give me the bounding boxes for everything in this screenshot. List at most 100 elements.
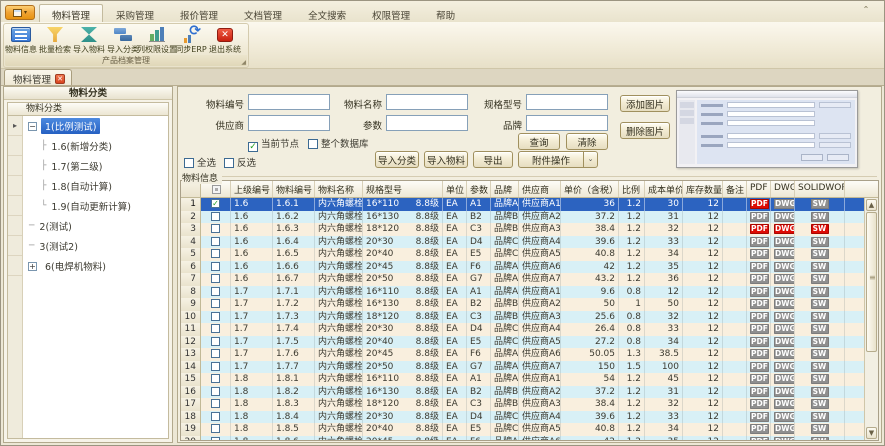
dwg-badge[interactable]: DWG: [774, 312, 795, 322]
row-checkbox[interactable]: [211, 437, 220, 442]
table-row[interactable]: 91.71.7.2内六角螺栓216*1308.8级EAB2品牌B供应商A2501…: [181, 298, 878, 311]
table-row[interactable]: 111.71.7.4内六角螺栓420*308.8级EAD4品牌C供应商A426.…: [181, 323, 878, 336]
row-checkbox[interactable]: [211, 249, 220, 258]
table-row[interactable]: 81.71.7.1内六角螺栓116*1108.8级EAA1品牌A供应商A19.6…: [181, 286, 878, 299]
pdf-badge[interactable]: PDF: [750, 374, 769, 384]
ribbon-button-0[interactable]: 物料信息: [4, 24, 38, 55]
row-checkbox[interactable]: [211, 262, 220, 271]
pdf-badge[interactable]: PDF: [750, 399, 769, 409]
row-checkbox[interactable]: [211, 287, 220, 296]
row-checkbox[interactable]: [211, 349, 220, 358]
pdf-badge[interactable]: PDF: [750, 237, 769, 247]
pdf-badge[interactable]: PDF: [750, 424, 769, 434]
sw-badge[interactable]: SW: [811, 224, 829, 234]
pdf-badge[interactable]: PDF: [750, 199, 769, 209]
row-checkbox[interactable]: [211, 374, 220, 383]
pdf-badge[interactable]: PDF: [750, 349, 769, 359]
collapse-icon[interactable]: −: [28, 122, 37, 131]
table-row[interactable]: 201.81.8.6内六角螺栓620*458.8级EAF6品牌A供应商A6421…: [181, 436, 878, 442]
export-button[interactable]: 导出: [473, 151, 513, 168]
table-row[interactable]: 141.71.7.7内六角螺栓720*508.8级EAG7品牌A供应商A7150…: [181, 361, 878, 374]
ribbon-tab-0[interactable]: 物料管理: [39, 4, 103, 22]
dwg-badge[interactable]: DWG: [774, 324, 795, 334]
material-code-input[interactable]: [248, 94, 330, 110]
sw-badge[interactable]: SW: [811, 262, 829, 272]
pdf-badge[interactable]: PDF: [750, 337, 769, 347]
dwg-badge[interactable]: DWG: [774, 224, 795, 234]
sw-badge[interactable]: SW: [811, 274, 829, 284]
row-checkbox[interactable]: [211, 312, 220, 321]
sw-badge[interactable]: SW: [811, 374, 829, 384]
pdf-badge[interactable]: PDF: [750, 249, 769, 259]
table-row[interactable]: 181.81.8.4内六角螺栓420*308.8级EAD4品牌C供应商A439.…: [181, 411, 878, 424]
sw-badge[interactable]: SW: [811, 362, 829, 372]
pdf-badge[interactable]: PDF: [750, 287, 769, 297]
tree-item-7[interactable]: +6(电焊机物料): [23, 256, 168, 276]
ribbon-tab-1[interactable]: 采购管理: [103, 4, 167, 22]
row-checkbox[interactable]: [211, 362, 220, 371]
scroll-up-icon[interactable]: ▲: [866, 199, 877, 211]
ribbon-tab-6[interactable]: 帮助: [423, 4, 468, 22]
brand-input[interactable]: [526, 115, 608, 131]
close-icon[interactable]: ✕: [55, 74, 65, 84]
whole-db-checkbox[interactable]: 整个数据库: [308, 136, 369, 150]
scrollbar-thumb[interactable]: [866, 212, 877, 352]
row-checkbox[interactable]: [211, 412, 220, 421]
pdf-badge[interactable]: PDF: [750, 437, 769, 442]
tree-item-3[interactable]: ├1.8(自动计算): [23, 176, 168, 196]
sw-badge[interactable]: SW: [811, 199, 829, 209]
row-checkbox[interactable]: [211, 299, 220, 308]
ribbon-tab-5[interactable]: 权限管理: [359, 4, 423, 22]
dwg-badge[interactable]: DWG: [774, 249, 795, 259]
sw-badge[interactable]: SW: [811, 399, 829, 409]
dwg-badge[interactable]: DWG: [774, 237, 795, 247]
import-material-button[interactable]: 导入物料: [424, 151, 468, 168]
chevron-down-icon[interactable]: ⌄: [583, 152, 597, 167]
clear-button[interactable]: 清除: [566, 133, 608, 150]
table-row[interactable]: 151.81.8.1内六角螺栓116*1108.8级EAA1品牌A供应商A154…: [181, 373, 878, 386]
dwg-badge[interactable]: DWG: [774, 387, 795, 397]
tree-item-5[interactable]: ─2(测试): [23, 216, 168, 236]
dwg-badge[interactable]: DWG: [774, 262, 795, 272]
header-checkbox-icon[interactable]: [212, 185, 221, 194]
scroll-down-icon[interactable]: ▼: [866, 427, 877, 439]
dwg-badge[interactable]: DWG: [774, 349, 795, 359]
spec-model-input[interactable]: [526, 94, 608, 110]
attachment-operation-button[interactable]: 附件操作 ⌄: [518, 151, 598, 168]
table-row[interactable]: 51.61.6.5内六角螺栓520*408.8级EAE5品牌C供应商A540.8…: [181, 248, 878, 261]
app-menu-button[interactable]: ▾: [5, 5, 35, 20]
tree-item-1[interactable]: ├1.6(新增分类): [23, 136, 168, 156]
dwg-badge[interactable]: DWG: [774, 424, 795, 434]
row-checkbox[interactable]: [211, 237, 220, 246]
row-checkbox[interactable]: [211, 224, 220, 233]
invert-select-checkbox[interactable]: 反选: [224, 155, 256, 169]
ribbon-button-6[interactable]: ✕退出系统: [208, 24, 242, 55]
dwg-badge[interactable]: DWG: [774, 399, 795, 409]
supplier-input[interactable]: [248, 115, 330, 131]
sw-badge[interactable]: SW: [811, 337, 829, 347]
param-input[interactable]: [386, 115, 468, 131]
ribbon-button-3[interactable]: 导入分类: [106, 24, 140, 55]
pdf-badge[interactable]: PDF: [750, 262, 769, 272]
add-image-button[interactable]: 添加图片: [620, 95, 670, 112]
ribbon-button-1[interactable]: 批量检索: [38, 24, 72, 55]
row-checkbox[interactable]: ✓: [211, 199, 220, 208]
row-checkbox[interactable]: [211, 399, 220, 408]
query-button[interactable]: 查询: [518, 133, 560, 150]
sw-badge[interactable]: SW: [811, 212, 829, 222]
table-row[interactable]: 61.61.6.6内六角螺栓620*458.8级EAF6品牌A供应商A6421.…: [181, 261, 878, 274]
delete-image-button[interactable]: 删除图片: [620, 122, 670, 139]
row-checkbox[interactable]: [211, 324, 220, 333]
ribbon-button-5[interactable]: ⟳同步ERP: [174, 24, 208, 55]
dwg-badge[interactable]: DWG: [774, 299, 795, 309]
pdf-badge[interactable]: PDF: [750, 362, 769, 372]
dwg-badge[interactable]: DWG: [774, 212, 795, 222]
dwg-badge[interactable]: DWG: [774, 199, 795, 209]
doc-tab-material-management[interactable]: 物料管理 ✕: [4, 69, 72, 85]
current-node-checkbox[interactable]: ✓当前节点: [248, 136, 299, 152]
pdf-badge[interactable]: PDF: [750, 387, 769, 397]
dwg-badge[interactable]: DWG: [774, 287, 795, 297]
import-category-button[interactable]: 导入分类: [375, 151, 419, 168]
sw-badge[interactable]: SW: [811, 299, 829, 309]
ribbon-tab-3[interactable]: 文档管理: [231, 4, 295, 22]
